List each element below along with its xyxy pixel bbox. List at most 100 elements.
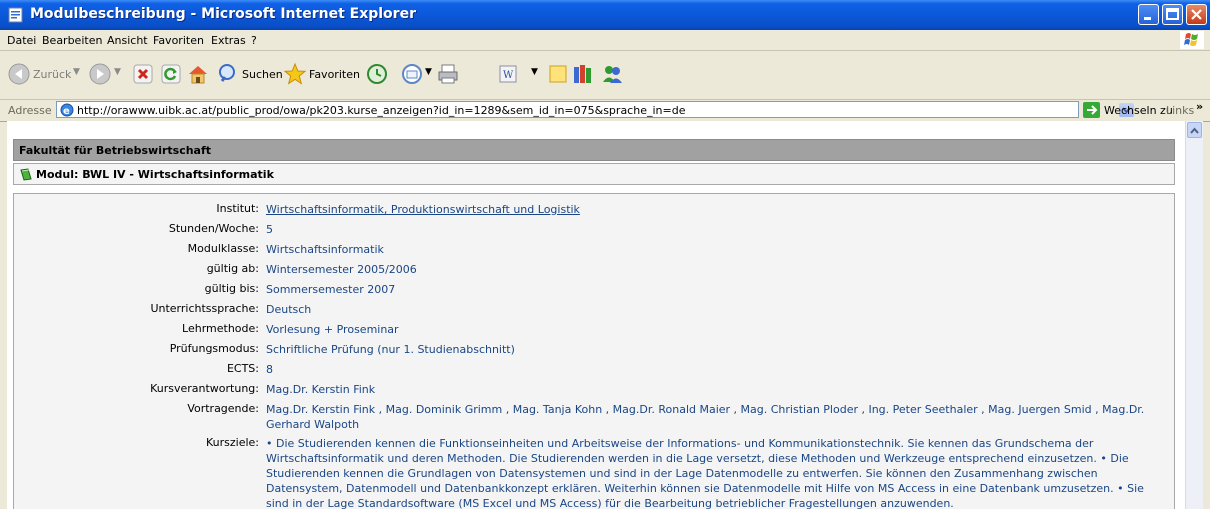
back-arrow-icon (8, 63, 30, 85)
search-label[interactable]: Suchen (242, 68, 283, 81)
label-gueltig-ab: gültig ab: (206, 262, 259, 275)
forward-button[interactable] (89, 63, 111, 88)
mail-dropdown-icon[interactable]: ▼ (425, 67, 432, 77)
close-icon (1191, 9, 1202, 20)
home-icon (189, 66, 207, 84)
ie-page-icon (8, 7, 23, 23)
address-url: http://orawww.uibk.ac.at/public_prod/owa… (77, 104, 686, 117)
value-stunden: 5 (266, 223, 273, 236)
back-button[interactable] (8, 63, 30, 88)
ie-page-icon: e (60, 103, 74, 117)
history-icon (367, 64, 387, 84)
value-gueltig-bis: Sommersemester 2007 (266, 283, 396, 296)
forward-dropdown-icon[interactable]: ▼ (114, 67, 121, 77)
svg-text:e: e (63, 106, 70, 117)
value-gueltig-ab: Wintersemester 2005/2006 (266, 263, 417, 276)
minimize-icon (1144, 17, 1151, 20)
ie-window: Modulbeschreibung - Microsoft Internet E… (0, 0, 1210, 509)
label-gueltig-bis: gültig bis: (204, 282, 259, 295)
faculty-header: Fakultät für Betriebswirtschaft (13, 139, 1175, 161)
value-lehrmethode: Vorlesung + Proseminar (266, 323, 399, 336)
back-label[interactable]: Zurück (33, 68, 71, 81)
home-button[interactable] (186, 62, 210, 89)
menu-extras[interactable]: Extras (211, 34, 246, 47)
favorites-button[interactable] (283, 62, 307, 89)
close-button[interactable] (1186, 4, 1207, 25)
value-ects: 8 (266, 363, 273, 376)
forward-arrow-icon (89, 63, 111, 85)
label-vortragende: Vortragende: (187, 402, 259, 415)
address-label: Adresse (8, 104, 52, 117)
label-modulklasse: Modulklasse: (187, 242, 259, 255)
go-button[interactable] (1083, 102, 1100, 121)
value-vortragende: Mag.Dr. Kerstin Fink , Mag. Dominik Grim… (266, 403, 1145, 431)
value-kursziele: • Die Studierenden kennen die Funktionse… (266, 437, 1144, 509)
maximize-icon (1166, 8, 1179, 20)
menu-bar: Datei Bearbeiten Ansicht Favoriten Extra… (0, 30, 1210, 51)
mail-button[interactable] (400, 62, 424, 89)
vertical-scrollbar[interactable] (1185, 121, 1203, 509)
value-kursverantwortung: Mag.Dr. Kerstin Fink (266, 383, 376, 396)
module-header: Modul: BWL IV - Wirtschaftsinformatik (13, 163, 1175, 185)
history-button[interactable] (365, 62, 389, 89)
go-arrow-icon (1083, 102, 1100, 118)
printer-icon (438, 64, 458, 84)
menu-bearbeiten[interactable]: Bearbeiten (42, 34, 102, 47)
edit-button[interactable]: W (497, 63, 519, 88)
note-icon (549, 65, 567, 83)
stop-button[interactable] (132, 63, 154, 88)
links-chevron-icon[interactable]: » (1196, 100, 1203, 113)
word-icon: W (499, 65, 517, 83)
address-input[interactable]: e http://orawww.uibk.ac.at/public_prod/o… (56, 101, 1134, 118)
search-icon (219, 64, 235, 82)
label-kursverantwortung: Kursverantwortung: (150, 382, 259, 395)
stop-icon (133, 64, 153, 84)
page-viewport: Fakultät für Betriebswirtschaft Modul: B… (7, 121, 1203, 509)
books-icon (574, 65, 591, 83)
label-stunden: Stunden/Woche: (168, 222, 259, 235)
search-button[interactable] (217, 62, 239, 87)
refresh-icon (161, 64, 181, 84)
label-kursziele: Kursziele: (205, 436, 259, 449)
address-bar: Adresse e http://orawww.uibk.ac.at/publi… (0, 99, 1210, 122)
svg-text:W: W (503, 70, 514, 81)
label-ects: ECTS: (226, 362, 259, 375)
research-button[interactable] (571, 62, 595, 89)
toolbar: Zurück ▼ ▼ Suchen Favoriten ▼ W ▼ (0, 51, 1210, 100)
title-bar[interactable]: Modulbeschreibung - Microsoft Internet E… (0, 0, 1210, 30)
label-pruefungsmodus: Prüfungsmodus: (169, 342, 259, 355)
scroll-up-button[interactable] (1187, 122, 1202, 138)
module-title: Modul: BWL IV - Wirtschaftsinformatik (36, 168, 274, 181)
value-pruefungsmodus: Schriftliche Prüfung (nur 1. Studienabsc… (266, 343, 515, 356)
minimize-button[interactable] (1138, 4, 1159, 25)
messenger-button[interactable] (600, 62, 624, 89)
menu-help[interactable]: ? (251, 34, 257, 47)
value-unterrichtssprache: Deutsch (266, 303, 312, 316)
refresh-button[interactable] (160, 63, 182, 88)
menu-ansicht[interactable]: Ansicht (107, 34, 148, 47)
value-modulklasse: Wirtschaftsinformatik (266, 243, 384, 256)
label-unterrichtssprache: Unterrichtssprache: (150, 302, 259, 315)
notes-button[interactable] (547, 63, 569, 88)
messenger-icon (603, 66, 622, 83)
star-icon (283, 62, 307, 85)
menu-favoriten[interactable]: Favoriten (153, 34, 204, 47)
windows-logo-icon (1180, 31, 1204, 49)
module-details: Institut: Wirtschaftsinformatik, Produkt… (13, 193, 1175, 509)
back-dropdown-icon[interactable]: ▼ (73, 67, 80, 77)
maximize-button[interactable] (1162, 4, 1183, 25)
go-label[interactable]: Wechseln zu (1104, 104, 1173, 117)
window-title: Modulbeschreibung - Microsoft Internet E… (30, 6, 416, 22)
label-lehrmethode: Lehrmethode: (182, 322, 259, 335)
book-icon (20, 168, 32, 181)
label-institut: Institut: (216, 202, 259, 215)
value-institut-link[interactable]: Wirtschaftsinformatik, Produktionswirtsc… (266, 202, 1166, 217)
edit-dropdown-icon[interactable]: ▼ (531, 67, 538, 77)
chevron-up-icon (1190, 127, 1199, 134)
links-label[interactable]: Links (1166, 104, 1194, 117)
mail-icon (402, 64, 422, 84)
favorites-label[interactable]: Favoriten (309, 68, 360, 81)
print-button[interactable] (436, 62, 460, 89)
menu-datei[interactable]: Datei (7, 34, 36, 47)
faculty-title: Fakultät für Betriebswirtschaft (19, 144, 212, 157)
